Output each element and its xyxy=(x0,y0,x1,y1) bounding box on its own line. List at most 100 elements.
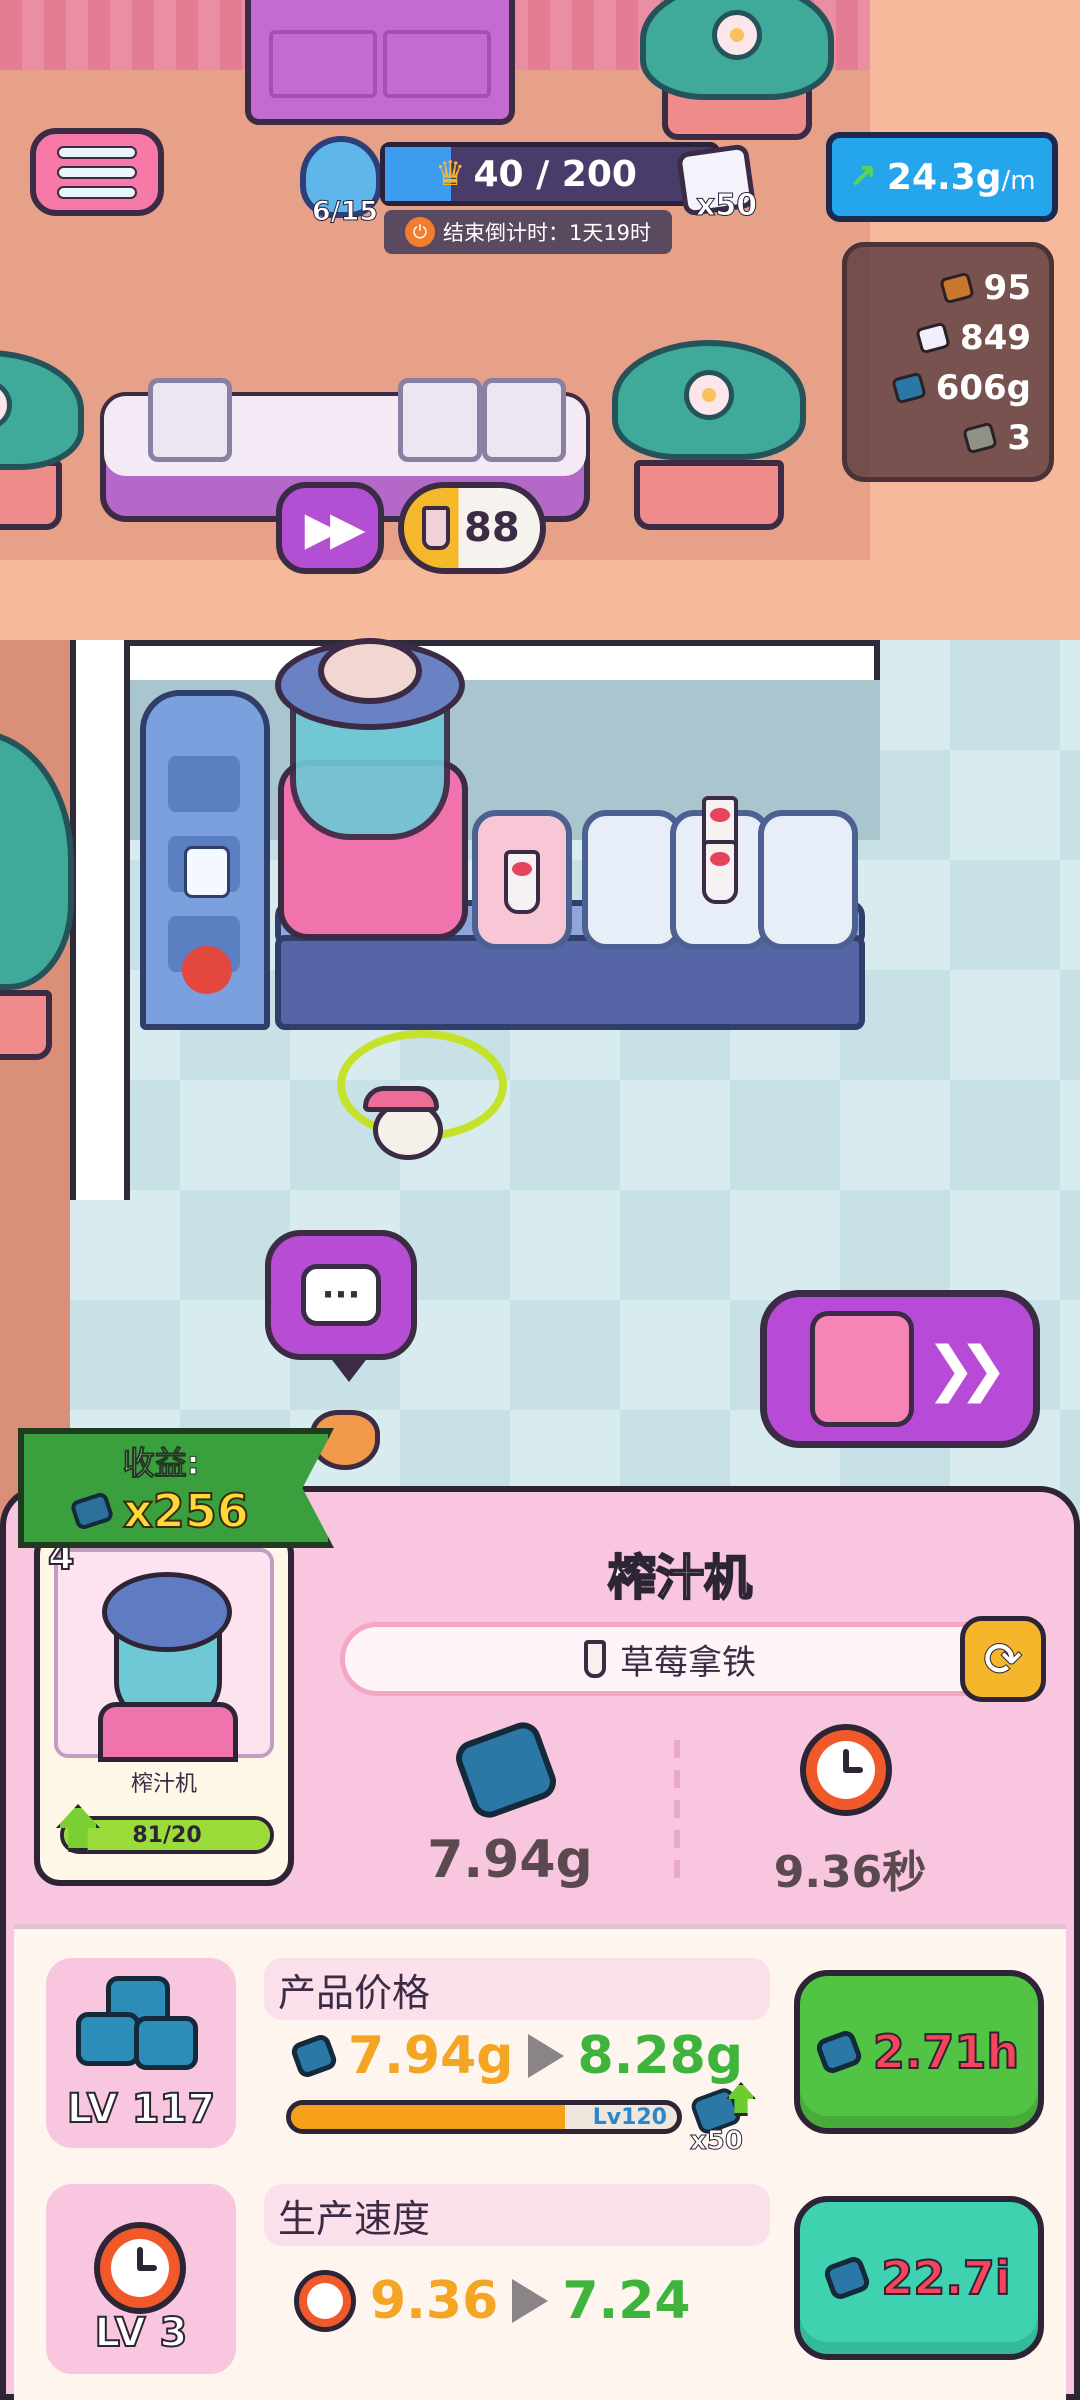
milestone-multiplier: x50 xyxy=(690,2126,744,2157)
fast-forward-button[interactable]: ▶▶ xyxy=(276,482,384,574)
blue-ore-icon xyxy=(289,2032,339,2080)
crown-progress-text: 40 / 200 xyxy=(473,153,637,195)
menu-icon xyxy=(57,145,137,159)
juicer-cap[interactable] xyxy=(318,638,422,704)
juicer-machine-icon xyxy=(809,1311,914,1427)
purple-cabinet xyxy=(245,0,515,125)
income-value: x256 xyxy=(122,1483,250,1539)
wood-chunk-icon xyxy=(938,271,975,305)
blue-ore-icon xyxy=(813,2028,864,2076)
product-selector[interactable]: 草莓拿铁 xyxy=(340,1622,1000,1696)
trophy-progress: 6/15 xyxy=(311,196,379,228)
output-slot[interactable] xyxy=(670,796,770,950)
income-rate-value: 24.3g xyxy=(886,156,1002,198)
price-current: 7.94g xyxy=(348,2026,514,2086)
upgrade-price-button[interactable]: 2.71h xyxy=(794,1970,1044,2134)
stat-divider xyxy=(674,1740,680,1880)
drink-cup-icon xyxy=(504,850,540,914)
milk-carton-icon xyxy=(184,846,230,898)
machine-title: 榨汁机 xyxy=(607,1549,753,1607)
resource-row: 849 xyxy=(865,313,1031,363)
stone-icon xyxy=(962,421,999,455)
chat-button[interactable]: ··· xyxy=(265,1230,417,1382)
income-rate-unit: /m xyxy=(1001,165,1036,196)
income-rate-button[interactable]: ↗ 24.3g/m xyxy=(826,132,1058,222)
potted-plant xyxy=(640,0,834,140)
drink-cup-icon xyxy=(422,506,450,550)
resource-row: 3 xyxy=(865,413,1031,463)
speed-upgrade-values: 9.36 7.24 xyxy=(294,2270,691,2332)
price-next: 8.28g xyxy=(577,2026,744,2086)
upgrade-speed-button[interactable]: 22.7i xyxy=(794,2196,1044,2360)
supply-box xyxy=(482,378,566,462)
resource-value: 95 xyxy=(983,268,1031,308)
menu-button[interactable] xyxy=(30,128,164,216)
kitchen-wall-top xyxy=(70,640,880,680)
event-countdown: ⏻ 结束倒计时：1天19时 xyxy=(384,210,672,254)
price-upgrade-values: 7.94g 8.28g xyxy=(289,2026,744,2086)
ingredient-shelf[interactable] xyxy=(140,690,270,1030)
speed-upgrade-cost: 22.7i xyxy=(880,2250,1011,2306)
countdown-text: 结束倒计时：1天19时 xyxy=(442,221,652,245)
arrow-right-icon xyxy=(527,2034,564,2078)
price-milestone-bar: Lv120 xyxy=(286,2100,682,2134)
growth-chart-icon: ↗ xyxy=(848,157,877,197)
juicer-machine-art xyxy=(54,1548,274,1762)
speed-next: 7.24 xyxy=(562,2271,691,2331)
clock-icon xyxy=(94,2222,186,2314)
drink-stock-count: 88 xyxy=(464,505,520,551)
clock-icon xyxy=(294,2270,356,2332)
supply-box xyxy=(398,378,482,462)
kitchen-wall-left xyxy=(70,640,130,1200)
potted-plant xyxy=(0,730,74,1060)
swap-product-button[interactable]: ⟳ xyxy=(960,1616,1046,1702)
strawberry-icon xyxy=(182,946,232,994)
white-crystal-icon xyxy=(915,321,951,355)
speed-upgrade-level: LV 3 xyxy=(94,2309,189,2357)
crown-icon: ♛ xyxy=(435,154,466,194)
price-upgrade-icon-box: LV 117 xyxy=(46,1958,236,2148)
output-slot[interactable] xyxy=(758,810,858,950)
speed-upgrade-icon-box: LV 3 xyxy=(46,2184,236,2374)
timer-icon: ⏻ xyxy=(404,217,435,247)
speed-upgrade-title: 生产速度 xyxy=(264,2184,770,2246)
resource-value: 606g xyxy=(935,368,1031,408)
product-price: 7.94g xyxy=(427,1830,593,1890)
refresh-icon: ⟳ xyxy=(983,1632,1023,1687)
arrow-right-icon xyxy=(512,2279,549,2323)
machine-boost-button[interactable]: ❯❯ xyxy=(760,1290,1040,1448)
drink-cup-icon xyxy=(702,840,738,904)
reward-multiplier: x50 xyxy=(695,188,758,224)
price-milestone-fill xyxy=(291,2105,566,2129)
machine-card[interactable]: 4 榨汁机 81/20 xyxy=(34,1528,294,1886)
price-upgrade-level: LV 117 xyxy=(66,2085,216,2133)
resource-value: 3 xyxy=(1007,418,1031,458)
crown-progress-bar[interactable]: ♛ 40 / 200 xyxy=(380,142,720,206)
drink-stock-counter[interactable]: 88 xyxy=(398,482,546,574)
production-time: 9.36秒 xyxy=(773,1847,927,1898)
worker-character[interactable] xyxy=(337,1030,507,1170)
resource-row: 95 xyxy=(865,263,1031,313)
potted-plant xyxy=(612,340,806,530)
blue-ore-icon xyxy=(890,371,927,405)
milestone-reward-badge: x50 xyxy=(688,2082,760,2157)
resource-panel: 95 849 606g 3 xyxy=(842,242,1054,482)
resource-value: 849 xyxy=(960,318,1031,358)
card-machine-name: 榨汁机 xyxy=(130,1772,197,1797)
supply-box xyxy=(148,378,232,462)
output-slot[interactable] xyxy=(582,810,682,950)
income-label: 收益: xyxy=(122,1444,200,1483)
potted-plant xyxy=(0,350,84,530)
product-name: 草莓拿铁 xyxy=(620,1642,756,1683)
milestone-level: Lv120 xyxy=(592,2104,667,2130)
clock-icon xyxy=(800,1724,892,1816)
drink-cup-icon xyxy=(584,1640,606,1678)
income-ribbon: 收益: x256 xyxy=(18,1428,334,1548)
price-upgrade-title: 产品价格 xyxy=(264,1958,770,2020)
fast-forward-icon: ▶▶ xyxy=(304,501,366,555)
output-slot[interactable] xyxy=(472,810,572,950)
blue-ore-icon xyxy=(822,2254,873,2302)
resource-row: 606g xyxy=(865,363,1031,413)
double-chevron-icon: ❯❯ xyxy=(925,1334,1008,1404)
ore-stack-icon xyxy=(76,1976,206,2086)
